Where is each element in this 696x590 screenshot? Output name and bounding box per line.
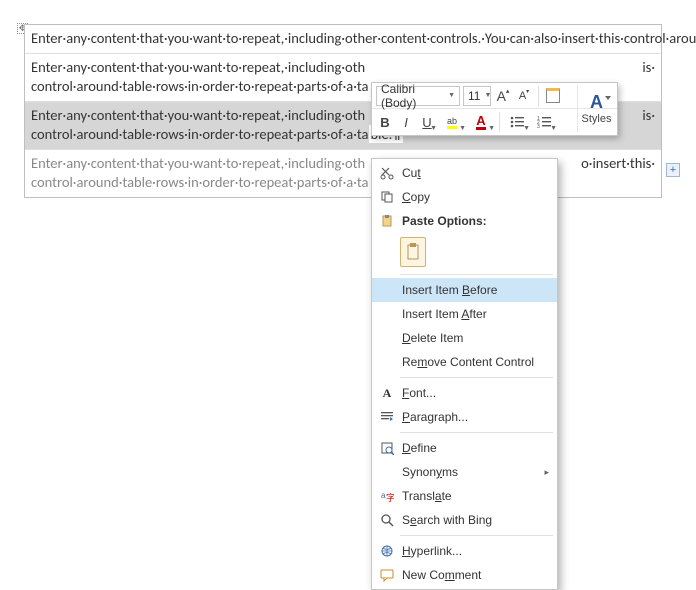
translate-icon: a字 — [376, 489, 398, 503]
styles-label: Styles — [582, 113, 612, 125]
define-icon — [376, 441, 398, 455]
menu-insert-item-after[interactable]: Insert Item After — [372, 302, 557, 326]
paragraph-icon — [376, 411, 398, 423]
svg-text:字: 字 — [386, 492, 394, 503]
menu-translate[interactable]: a字 Translate — [372, 484, 557, 508]
cell-text: is· — [642, 106, 655, 126]
bold-button[interactable]: B — [376, 112, 394, 132]
add-row-handle[interactable]: + — [666, 163, 680, 177]
bullets-button[interactable]: ▼ — [505, 112, 529, 132]
menu-remove-content-control[interactable]: Remove Content Control — [372, 350, 557, 374]
submenu-arrow-icon: ▸ — [544, 467, 549, 478]
copy-icon — [376, 190, 398, 204]
highlight-button[interactable]: ab▼ — [439, 112, 465, 132]
svg-text:3: 3 — [537, 124, 540, 128]
comment-icon — [376, 568, 398, 582]
menu-new-comment[interactable]: New Comment — [372, 563, 557, 587]
italic-button[interactable]: I — [397, 112, 415, 132]
shrink-font-button[interactable]: A▾ — [515, 86, 533, 106]
menu-search-bing[interactable]: Search with Bing — [372, 508, 557, 532]
underline-button[interactable]: U▼ — [418, 112, 436, 132]
table-row[interactable]: Enter·any·content·that·you·want·to·repea… — [25, 25, 661, 54]
font-icon: A — [376, 386, 398, 401]
cell-text: control·around·table·rows·in·order·to·re… — [31, 125, 369, 143]
paste-options-row — [372, 233, 557, 271]
scissors-icon — [376, 166, 398, 180]
menu-synonyms[interactable]: Synonyms ▸ — [372, 460, 557, 484]
menu-paste-options: Paste Options: — [372, 209, 557, 233]
font-size-combo[interactable]: 11▼ — [463, 86, 491, 106]
search-icon — [376, 513, 398, 527]
font-name-combo[interactable]: Calibri (Body)▼ — [376, 86, 460, 106]
cell-text: is· — [642, 58, 655, 78]
paste-options-label: Paste Options: — [402, 214, 487, 228]
cell-text: control·around·table·rows·in·order·to·re… — [31, 173, 655, 193]
menu-define[interactable]: Define — [372, 436, 557, 460]
menu-font[interactable]: A Font... — [372, 381, 557, 405]
cell-text: Enter·any·content·that·you·want·to·repea… — [31, 154, 361, 174]
menu-hyperlink[interactable]: Hyperlink... — [372, 539, 557, 563]
mini-toolbar: Calibri (Body)▼ 11▼ A▴ A▾ B I U▼ ab▼ A▼ … — [371, 82, 618, 136]
menu-cut[interactable]: Cut — [372, 161, 557, 185]
menu-insert-item-before[interactable]: Insert Item Before — [372, 278, 557, 302]
font-size-value: 11 — [468, 89, 480, 103]
table-row[interactable]: Enter·any·content·that·you·want·to·repea… — [25, 150, 661, 197]
paintbrush-icon — [546, 88, 560, 103]
paste-keep-source-button[interactable] — [400, 237, 426, 267]
clipboard-icon — [376, 214, 398, 228]
cell-text: Enter·any·content·that·you·want·to·repea… — [31, 106, 361, 126]
font-name-value: Calibri (Body) — [381, 82, 444, 110]
cell-text: o·insert·this· — [581, 154, 655, 174]
hyperlink-icon — [376, 544, 398, 558]
styles-button[interactable]: A Styles — [577, 86, 615, 132]
menu-copy[interactable]: Copy — [372, 185, 557, 209]
menu-delete-item[interactable]: Delete Item — [372, 326, 557, 350]
format-painter-button[interactable] — [544, 86, 562, 106]
numbering-button[interactable]: 123▼ — [532, 112, 556, 132]
context-menu: Cut Copy Paste Options: Insert Item Befo… — [371, 158, 558, 590]
menu-paragraph[interactable]: Paragraph... — [372, 405, 557, 429]
font-color-button[interactable]: A▼ — [468, 112, 494, 132]
grow-font-button[interactable]: A▴ — [494, 86, 512, 106]
cell-text: Enter·any·content·that·you·want·to·repea… — [31, 58, 361, 97]
